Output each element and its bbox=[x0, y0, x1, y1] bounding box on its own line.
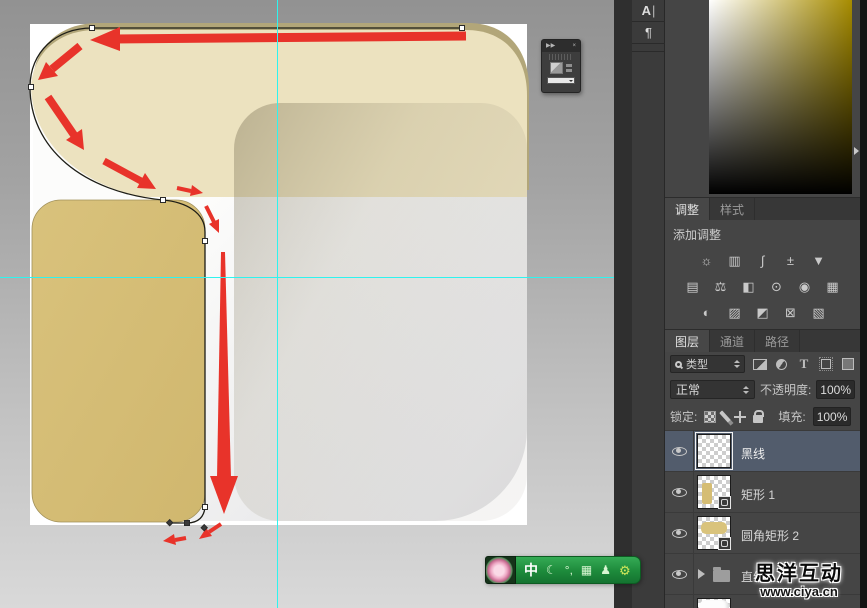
ime-toolbar[interactable]: 中 ☾ °, ▦ ♟ ⚙ bbox=[485, 556, 641, 584]
layer-name[interactable]: 黑线 bbox=[741, 445, 765, 462]
filter-type-layers-icon[interactable]: T bbox=[797, 356, 811, 372]
layer-thumbnail[interactable] bbox=[697, 475, 731, 509]
ime-settings-wrench-icon[interactable]: ⚙ bbox=[619, 564, 631, 577]
hue-saturation-icon[interactable]: ▤ bbox=[684, 280, 701, 293]
lock-label: 锁定: bbox=[670, 408, 697, 425]
dropdown-arrows-icon bbox=[734, 360, 740, 368]
layer-row-heixian[interactable]: 黑线 bbox=[665, 430, 860, 471]
layer-filter-row: 类型 T bbox=[665, 352, 860, 376]
adjustments-panel: 添加调整 ☼ ▥ ∫ ± ▼ ▤ ⚖ ◧ ⊙ ◉ ▦ ◐ ▨ ◩ ⊠ ▧ bbox=[665, 220, 860, 330]
filter-type-label: 类型 bbox=[686, 356, 708, 372]
exposure-icon[interactable]: ± bbox=[782, 254, 799, 267]
brightness-contrast-icon[interactable]: ☼ bbox=[698, 254, 715, 267]
panel-mini-dropdown[interactable] bbox=[547, 77, 575, 84]
blend-mode-row: 正常 不透明度: 100% bbox=[665, 376, 860, 403]
group-expand-icon[interactable] bbox=[698, 569, 705, 579]
hue-slider-arrow-icon[interactable] bbox=[854, 147, 859, 155]
visibility-eye-icon[interactable] bbox=[672, 488, 687, 497]
filter-shape-layers-icon[interactable] bbox=[819, 356, 833, 372]
search-icon bbox=[675, 361, 682, 368]
panel-list-lines bbox=[566, 64, 572, 72]
filter-type-dropdown[interactable]: 类型 bbox=[670, 355, 745, 373]
layers-tabbar: 图层 通道 路径 bbox=[665, 330, 860, 352]
layer-row-rect1[interactable]: 矩形 1 bbox=[665, 471, 860, 512]
visibility-eye-icon[interactable] bbox=[672, 529, 687, 538]
color-balance-icon[interactable]: ⚖ bbox=[712, 280, 729, 293]
folder-icon bbox=[713, 570, 730, 582]
gradient-map-icon[interactable]: ⊠ bbox=[782, 306, 799, 319]
levels-icon[interactable]: ▥ bbox=[726, 254, 743, 267]
black-white-icon[interactable]: ◧ bbox=[740, 280, 757, 293]
ime-chinese-mode-button[interactable]: 中 bbox=[524, 560, 538, 580]
fill-value[interactable]: 100% bbox=[813, 407, 852, 426]
lock-row: 锁定: 填充: 100% bbox=[665, 403, 860, 430]
screen-edge-strip bbox=[860, 0, 867, 608]
color-panel bbox=[665, 0, 860, 198]
color-lookup-icon[interactable]: ▦ bbox=[824, 280, 841, 293]
lock-all-icon[interactable] bbox=[753, 415, 763, 423]
document-canvas-area[interactable] bbox=[0, 0, 614, 608]
floating-panel[interactable]: ▶▶ × bbox=[541, 39, 581, 93]
filter-pixel-layers-icon[interactable] bbox=[753, 356, 767, 372]
cube-icon[interactable] bbox=[550, 62, 563, 74]
tab-layers[interactable]: 图层 bbox=[665, 330, 710, 352]
curves-icon[interactable]: ∫ bbox=[754, 254, 771, 267]
visibility-eye-icon[interactable] bbox=[672, 447, 687, 456]
filter-adjustment-layers-icon[interactable] bbox=[775, 356, 789, 372]
opacity-value[interactable]: 100% bbox=[816, 380, 855, 399]
adjustments-tabbar: 调整 样式 bbox=[665, 198, 860, 220]
layer-row-roundrect2[interactable]: 圆角矩形 2 bbox=[665, 512, 860, 553]
lock-transparency-icon[interactable] bbox=[704, 411, 716, 423]
canvas-drawing bbox=[0, 0, 614, 608]
dock-edge-strip bbox=[614, 0, 632, 608]
panel-collapse-icon[interactable]: ▶▶ bbox=[546, 43, 555, 49]
layer-thumbnail[interactable] bbox=[697, 516, 731, 550]
blend-mode-dropdown[interactable]: 正常 bbox=[670, 380, 755, 399]
tab-adjustments[interactable]: 调整 bbox=[665, 198, 710, 220]
ime-person-icon[interactable]: ♟ bbox=[600, 564, 611, 576]
photoshop-workspace: ▶▶ × A| ¶ 调整 样式 添加调整 bbox=[0, 0, 867, 608]
invert-icon[interactable]: ◐ bbox=[698, 306, 715, 319]
color-picker-field[interactable] bbox=[709, 0, 852, 194]
ime-keyboard-icon[interactable]: ▦ bbox=[581, 564, 592, 576]
tan-rectangle-shape[interactable] bbox=[32, 200, 205, 522]
vibrance-icon[interactable]: ▼ bbox=[810, 254, 827, 267]
collapsed-panel-dock: A| ¶ bbox=[632, 0, 665, 608]
visibility-eye-icon[interactable] bbox=[672, 570, 687, 579]
layer-list: 黑线 矩形 1 圆角矩形 2 直线 圆角矩形 1 bbox=[665, 430, 860, 608]
panel-column: 调整 样式 添加调整 ☼ ▥ ∫ ± ▼ ▤ ⚖ ◧ ⊙ ◉ ▦ ◐ ▨ bbox=[665, 0, 860, 608]
posterize-icon[interactable]: ▨ bbox=[726, 306, 743, 319]
layer-thumbnail[interactable] bbox=[697, 598, 731, 608]
layer-name[interactable]: 直线 bbox=[741, 568, 765, 585]
channel-mixer-icon[interactable]: ◉ bbox=[796, 280, 813, 293]
filter-smart-object-icon[interactable] bbox=[841, 356, 855, 372]
shape-layer-badge-icon bbox=[718, 496, 731, 509]
lock-position-icon[interactable] bbox=[734, 411, 746, 423]
layer-thumbnail[interactable] bbox=[697, 434, 731, 468]
lock-pixels-brush-icon[interactable] bbox=[720, 410, 732, 422]
layer-name[interactable]: 矩形 1 bbox=[741, 486, 775, 503]
layer-name[interactable]: 圆角矩形 2 bbox=[741, 527, 799, 544]
add-adjustment-label: 添加调整 bbox=[665, 224, 860, 247]
dock-separator bbox=[632, 44, 664, 52]
ime-fullwidth-moon-icon[interactable]: ☾ bbox=[546, 564, 557, 576]
shape-layer-badge-icon bbox=[718, 537, 731, 550]
tab-paths[interactable]: 路径 bbox=[755, 330, 800, 352]
panel-grip bbox=[549, 54, 573, 60]
opacity-label: 不透明度: bbox=[760, 381, 811, 398]
tab-styles[interactable]: 样式 bbox=[710, 198, 755, 220]
layer-row-group[interactable]: 直线 bbox=[665, 553, 860, 594]
selective-color-icon[interactable]: ▧ bbox=[810, 306, 827, 319]
layer-row-roundrect1[interactable]: 圆角矩形 1 bbox=[665, 594, 860, 608]
dropdown-arrows-icon bbox=[743, 386, 749, 394]
paragraph-panel-icon[interactable]: ¶ bbox=[632, 22, 665, 44]
tab-channels[interactable]: 通道 bbox=[710, 330, 755, 352]
threshold-icon[interactable]: ◩ bbox=[754, 306, 771, 319]
photo-filter-icon[interactable]: ⊙ bbox=[768, 280, 785, 293]
panel-close-icon[interactable]: × bbox=[572, 43, 576, 49]
ime-logo-flower[interactable] bbox=[485, 556, 516, 584]
fill-label: 填充: bbox=[778, 408, 805, 425]
ime-punctuation-button[interactable]: °, bbox=[565, 564, 573, 576]
character-panel-icon[interactable]: A| bbox=[632, 0, 665, 22]
